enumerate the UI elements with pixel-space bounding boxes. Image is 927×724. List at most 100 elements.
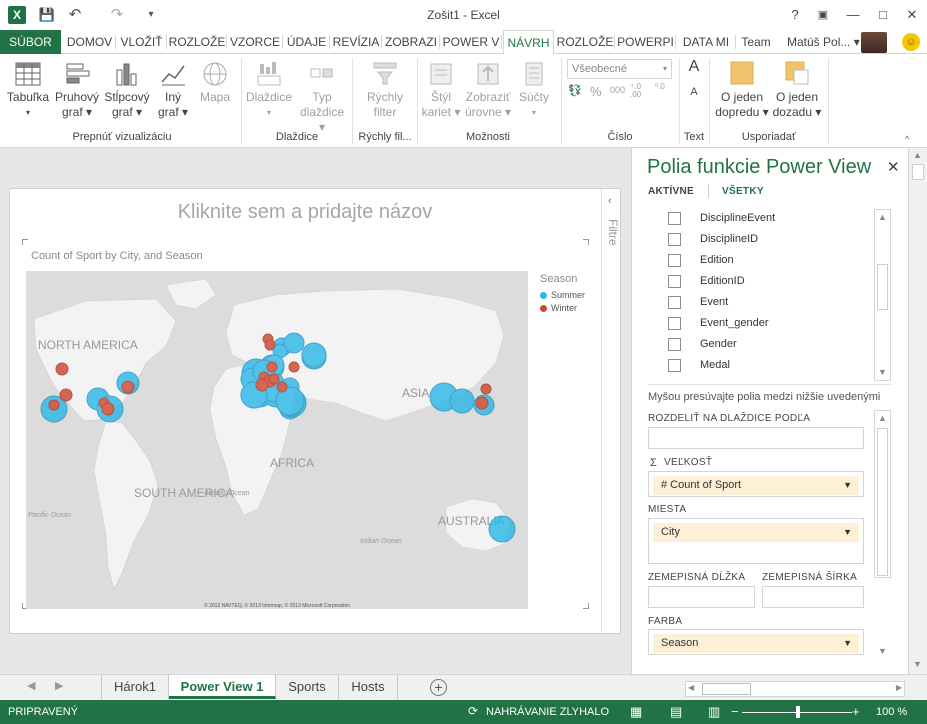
tab-file[interactable]: SÚBOR [0, 30, 61, 54]
bubble-winter[interactable] [255, 378, 269, 392]
scroll-left-icon[interactable]: ◀ [688, 683, 694, 692]
ribbon-display-options-icon[interactable]: ▣ [808, 3, 838, 27]
tab-review[interactable]: REVÍZIA [330, 30, 382, 54]
quick-filter-button[interactable]: Rýchly filter [356, 60, 414, 120]
field-checkbox[interactable] [668, 233, 681, 246]
tab-data-mining[interactable]: DATA MI [676, 30, 736, 54]
tab-page-layout[interactable]: ROZLOŽE [167, 30, 227, 54]
field-item[interactable]: Edition [668, 251, 868, 271]
bubble-winter[interactable] [48, 399, 60, 411]
color-dropzone[interactable]: Season ▼ [648, 629, 864, 655]
field-checkbox[interactable] [668, 338, 681, 351]
number-format-select[interactable]: Všeobecné ▾ [567, 59, 672, 79]
percent-format-icon[interactable]: % [590, 84, 602, 99]
bubble-winter[interactable] [59, 388, 73, 402]
field-item[interactable]: Gender [668, 335, 868, 355]
page-break-view-icon[interactable]: ▥ [708, 704, 720, 720]
scroll-down-icon[interactable]: ▼ [875, 644, 890, 659]
sync-error-icon[interactable]: ⟳ [468, 704, 478, 718]
upload-failed-status[interactable]: NAHRÁVANIE ZLYHALO [486, 706, 609, 718]
currency-format-icon[interactable]: 💱 [568, 84, 582, 97]
locations-field-pill[interactable]: City ▼ [653, 523, 859, 542]
collapse-ribbon-icon[interactable]: ^ [905, 134, 909, 144]
worksheet-vertical-scrollbar[interactable]: ▲ ▼ [908, 148, 927, 674]
latitude-dropzone[interactable] [762, 586, 864, 608]
field-item[interactable]: EditionID [668, 272, 868, 292]
restore-button[interactable]: □ [868, 3, 898, 27]
field-checkbox[interactable] [668, 212, 681, 225]
filters-label[interactable]: Filtre [606, 219, 620, 246]
field-checkbox[interactable] [668, 254, 681, 267]
tab-layout[interactable]: ROZLOŽE [555, 30, 615, 54]
bubble-winter[interactable] [480, 383, 492, 395]
power-view-sheet[interactable]: Kliknite sem a pridajte názov ‹ Filtre C… [9, 188, 621, 634]
size-field-pill[interactable]: # Count of Sport ▼ [653, 476, 859, 495]
scroll-right-icon[interactable]: ▶ [896, 683, 902, 692]
card-style-button[interactable]: Štýl kariet ▾ [420, 60, 462, 120]
bubble-summer[interactable] [301, 342, 327, 368]
tab-data[interactable]: ÚDAJE [283, 30, 330, 54]
zoom-out-icon[interactable]: − [731, 704, 739, 719]
filters-pane-collapsed[interactable] [601, 189, 621, 633]
thousands-separator-icon[interactable]: 000 [610, 85, 625, 95]
legend-item-winter[interactable]: Winter [540, 303, 577, 313]
field-item[interactable]: Medal [668, 356, 868, 376]
field-checkbox[interactable] [668, 359, 681, 372]
bubble-winter[interactable] [266, 361, 278, 373]
other-chart-button[interactable]: Iný graf ▾ [154, 60, 192, 120]
bubble-winter[interactable] [264, 339, 276, 351]
send-backward-button[interactable]: O jeden dozadu ▾ [770, 60, 824, 120]
scroll-up-icon[interactable]: ▲ [910, 148, 925, 163]
horizontal-scroll-thumb[interactable] [702, 683, 751, 695]
field-checkbox[interactable] [668, 317, 681, 330]
world-map[interactable]: NORTH AMERICA SOUTH AMERICA AFRICA ASIA … [26, 271, 528, 609]
zoom-level[interactable]: 100 % [876, 706, 907, 718]
tab-insert[interactable]: VLOŽIŤ [116, 30, 167, 54]
sheet-tab-active[interactable]: Power View 1 [169, 675, 276, 699]
sheet-tab[interactable]: Hosts [339, 675, 398, 699]
tile-by-dropzone[interactable] [648, 427, 864, 449]
layout-sections-scroll-thumb[interactable] [877, 428, 888, 576]
legend-item-summer[interactable]: Summer [540, 290, 585, 300]
bubble-winter[interactable] [101, 402, 115, 416]
size-dropzone[interactable]: # Count of Sport ▼ [648, 471, 864, 497]
grow-font-icon[interactable]: A [686, 59, 702, 75]
table-button[interactable]: Tabuľka ▾ [4, 60, 52, 120]
tile-type-button[interactable]: Typ dlaždice ▾ [296, 60, 348, 135]
normal-view-icon[interactable]: ▦ [630, 704, 642, 720]
excel-logo-icon[interactable]: X [8, 6, 26, 24]
bubble-summer[interactable] [449, 388, 475, 414]
bubble-summer[interactable] [488, 515, 516, 543]
scroll-up-icon[interactable]: ▲ [875, 210, 890, 225]
zoom-slider-thumb[interactable] [796, 706, 800, 718]
map-button[interactable]: Mapa [196, 60, 234, 105]
column-chart-button[interactable]: Stĺpcový graf ▾ [102, 60, 152, 120]
sheet-tab[interactable]: Hárok1 [101, 675, 169, 699]
field-checkbox[interactable] [668, 275, 681, 288]
layout-sections-scrollbar[interactable]: ▲ [874, 410, 891, 578]
increase-decimal-icon[interactable]: ⁺.0 .00 [630, 83, 652, 99]
bubble-winter[interactable] [55, 362, 69, 376]
tab-design[interactable]: NÁVRH [503, 30, 554, 55]
filters-expand-icon[interactable]: ‹ [608, 195, 612, 207]
field-item[interactable]: Event_gender [668, 314, 868, 334]
avatar[interactable] [861, 32, 887, 53]
show-levels-button[interactable]: Zobraziť úrovne ▾ [462, 60, 514, 120]
horizontal-scrollbar[interactable]: ◀ ▶ [685, 681, 905, 697]
scroll-down-icon[interactable]: ▼ [875, 365, 890, 380]
pane-close-icon[interactable]: ✕ [887, 158, 900, 176]
field-checkbox[interactable] [668, 296, 681, 309]
page-layout-view-icon[interactable]: ▤ [670, 704, 682, 720]
scroll-up-icon[interactable]: ▲ [875, 411, 890, 426]
tab-home[interactable]: DOMOV [63, 30, 116, 54]
bubble-winter[interactable] [276, 381, 288, 393]
prev-sheet-icon[interactable]: ◀ [27, 679, 35, 692]
report-title-placeholder[interactable]: Kliknite sem a pridajte názov [10, 201, 600, 224]
help-button[interactable]: ? [780, 3, 810, 27]
tab-power-view[interactable]: POWER V [440, 30, 502, 54]
bar-chart-button[interactable]: Pruhový graf ▾ [54, 60, 100, 120]
field-list-scrollbar[interactable]: ▲ ▼ [874, 209, 891, 381]
shrink-font-icon[interactable]: A [688, 85, 700, 100]
bubble-winter[interactable] [475, 396, 489, 410]
next-sheet-icon[interactable]: ▶ [55, 679, 63, 692]
